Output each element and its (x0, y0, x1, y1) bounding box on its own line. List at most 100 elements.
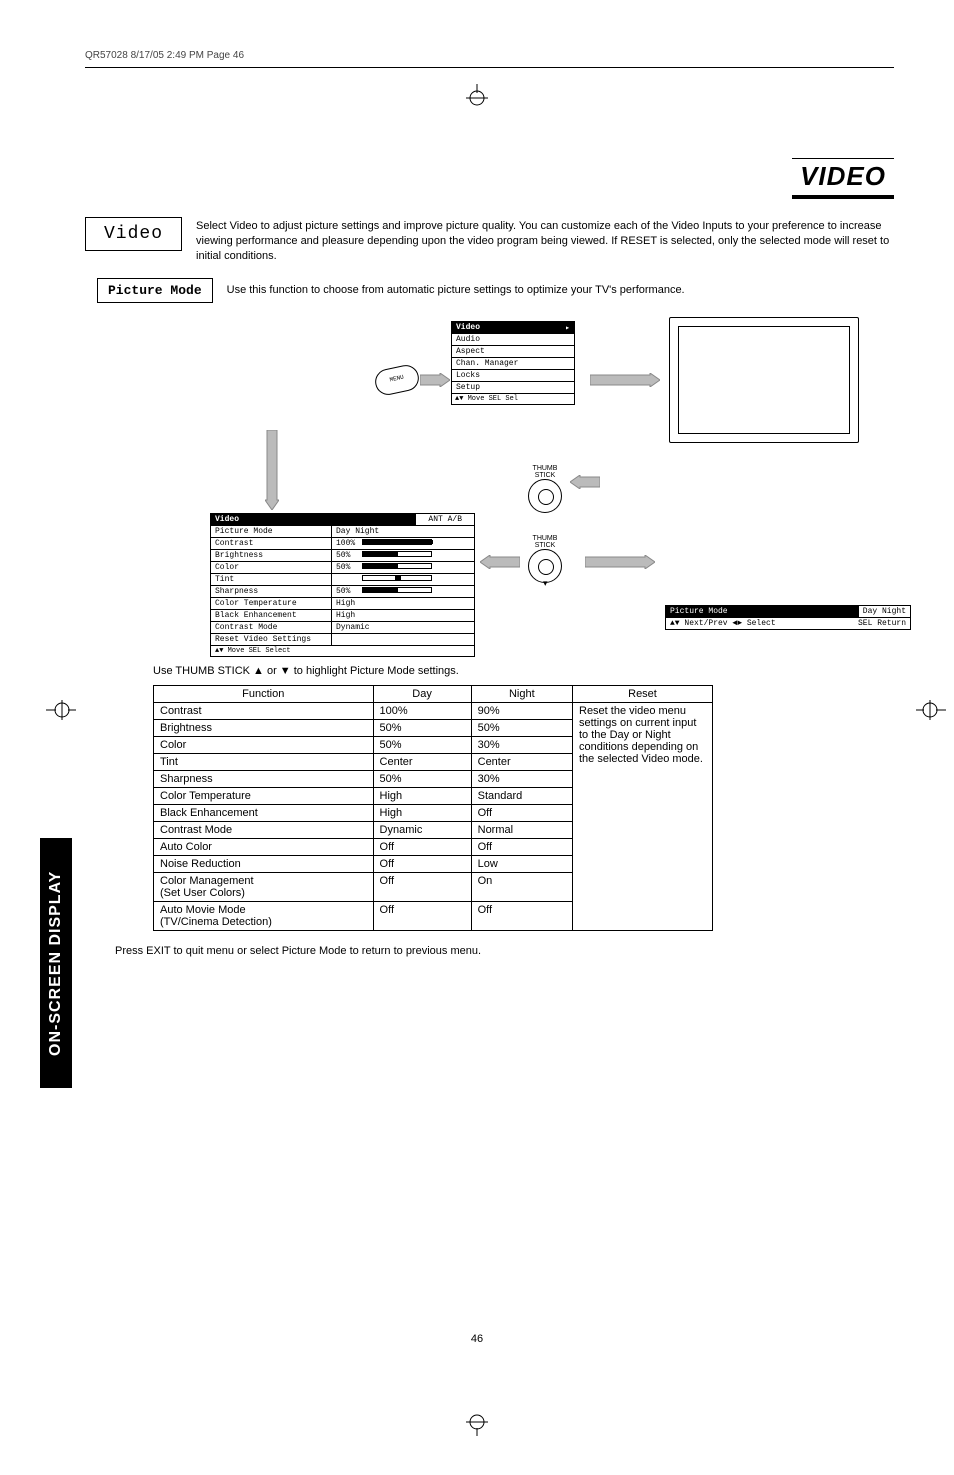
thumb-stick-down[interactable]: THUMB STICK ▾ (528, 535, 562, 583)
menu-item[interactable]: Locks (452, 369, 574, 381)
table-cell-night: Off (471, 901, 572, 930)
tv-frame (669, 317, 859, 443)
table-cell-night: 30% (471, 770, 572, 787)
menu-item[interactable]: Chan. Manager (452, 357, 574, 369)
video-menu-row-label[interactable]: Contrast Mode (211, 622, 331, 633)
crop-mark-left (46, 698, 76, 727)
table-cell-day: High (373, 804, 471, 821)
table-cell-function: Black Enhancement (154, 804, 374, 821)
th-function: Function (154, 685, 374, 702)
arrow-icon (265, 430, 279, 510)
chevron-right-icon: ▸ (565, 323, 570, 333)
page-number: 46 (471, 1333, 483, 1345)
picture-mode-description: Use this function to choose from automat… (227, 284, 685, 296)
table-cell-night: Off (471, 804, 572, 821)
arrow-icon (480, 555, 520, 569)
video-menu-row-label[interactable]: Tint (211, 574, 331, 585)
video-menu-row-value: 100% (331, 538, 474, 549)
video-menu-row-label[interactable]: Picture Mode (211, 526, 331, 537)
video-menu-row-label[interactable]: Sharpness (211, 586, 331, 597)
table-cell-day: 50% (373, 736, 471, 753)
section-title: VIDEO (792, 158, 894, 199)
table-cell-night: Normal (471, 821, 572, 838)
video-menu-row-value: Day Night (331, 526, 474, 537)
table-cell-night: Standard (471, 787, 572, 804)
video-menu-row-label[interactable]: Color Temperature (211, 598, 331, 609)
diagram-area: MENU Video ▸ Audio Aspect Chan. Manager L… (85, 315, 894, 655)
table-cell-function: Auto Color (154, 838, 374, 855)
pm-strip-value[interactable]: Day Night (858, 606, 910, 617)
table-cell-day: Center (373, 753, 471, 770)
menu-item[interactable]: Audio (452, 333, 574, 345)
table-cell-function: Color Temperature (154, 787, 374, 804)
arrow-icon (585, 555, 655, 569)
pm-strip-return: SEL Return (854, 618, 910, 629)
video-menu-row-value: High (331, 610, 474, 621)
thumbstick-icon (528, 479, 562, 513)
print-header: QR57028 8/17/05 2:49 PM Page 46 (85, 50, 894, 61)
menu-remote-button[interactable]: MENU (373, 362, 421, 397)
thumb-stick[interactable]: THUMB STICK (528, 465, 562, 513)
thumb-label: THUMB STICK (528, 465, 562, 479)
table-cell-day: Off (373, 901, 471, 930)
table-cell-function: Contrast Mode (154, 821, 374, 838)
video-menu-title: Video (211, 514, 415, 525)
thumbstick-icon: ▾ (528, 549, 562, 583)
table-cell-night: 50% (471, 719, 572, 736)
table-cell-function: Contrast (154, 702, 374, 719)
table-cell-night: Center (471, 753, 572, 770)
table-cell-day: 100% (373, 702, 471, 719)
table-cell-night: 90% (471, 702, 572, 719)
table-cell-day: 50% (373, 770, 471, 787)
table-cell-function: Auto Movie Mode (TV/Cinema Detection) (154, 901, 374, 930)
arrow-icon (590, 373, 660, 387)
video-menu-row-value: 50% (331, 550, 474, 561)
table-cell-function: Tint (154, 753, 374, 770)
video-menu-row-value (331, 634, 474, 645)
thumb-label: THUMB STICK (528, 535, 562, 549)
crop-mark-bottom (457, 1412, 497, 1441)
table-cell-function: Color Management (Set User Colors) (154, 872, 374, 901)
arrow-icon (420, 373, 450, 387)
video-menu-row-label[interactable]: Brightness (211, 550, 331, 561)
video-menu-row-label[interactable]: Color (211, 562, 331, 573)
menu-item[interactable]: Aspect (452, 345, 574, 357)
table-cell-function: Brightness (154, 719, 374, 736)
th-reset: Reset (573, 685, 713, 702)
video-menu-row-label[interactable]: Reset Video Settings (211, 634, 331, 645)
table-cell-night: Off (471, 838, 572, 855)
settings-table: Function Day Night Reset Contrast100%90%… (153, 685, 713, 931)
video-menu-row-value: Dynamic (331, 622, 474, 633)
main-menu-title: Video (456, 323, 480, 332)
pm-strip-nav: ▲▼ Next/Prev ◄► Select (666, 618, 854, 629)
video-button[interactable]: Video (85, 217, 182, 251)
instruction-text: Use THUMB STICK ▲ or ▼ to highlight Pict… (153, 665, 894, 677)
video-menu-nav: ▲▼ Move SEL Select (211, 645, 474, 656)
arrow-icon (570, 475, 600, 489)
picture-mode-button[interactable]: Picture Mode (97, 278, 213, 303)
table-cell-day: Off (373, 855, 471, 872)
table-cell-function: Noise Reduction (154, 855, 374, 872)
table-cell-day: Off (373, 838, 471, 855)
table-cell-night: 30% (471, 736, 572, 753)
side-tab: ON-SCREEN DISPLAY (40, 838, 72, 1088)
table-cell-reset: Reset the video menu settings on current… (573, 702, 713, 930)
table-cell-day: 50% (373, 719, 471, 736)
table-cell-day: High (373, 787, 471, 804)
table-cell-function: Color (154, 736, 374, 753)
video-menu-row-label[interactable]: Black Enhancement (211, 610, 331, 621)
video-menu-row-value: 50% (331, 586, 474, 597)
hr-top (85, 67, 894, 68)
exit-note: Press EXIT to quit menu or select Pictur… (115, 945, 894, 957)
menu-item[interactable]: Setup (452, 381, 574, 393)
table-cell-function: Sharpness (154, 770, 374, 787)
main-menu: Video▸ Audio Aspect Chan. Manager Locks … (451, 321, 575, 405)
picture-mode-strip: Picture Mode Day Night ▲▼ Next/Prev ◄► S… (665, 605, 911, 630)
th-day: Day (373, 685, 471, 702)
pm-strip-title: Picture Mode (666, 606, 858, 617)
video-menu-row-label[interactable]: Contrast (211, 538, 331, 549)
video-menu-row-value (331, 574, 474, 585)
video-menu-source: ANT A/B (415, 514, 474, 525)
th-night: Night (471, 685, 572, 702)
video-description: Select Video to adjust picture settings … (196, 217, 894, 264)
